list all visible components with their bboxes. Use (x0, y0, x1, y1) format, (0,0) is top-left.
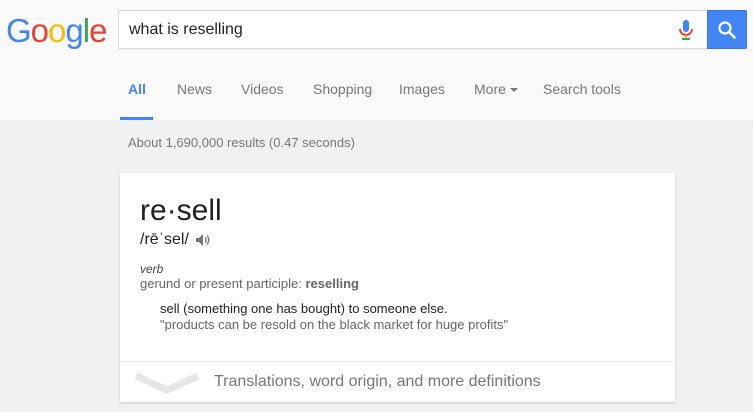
tab-search-tools[interactable]: Search tools (543, 81, 621, 101)
microphone-icon[interactable] (676, 19, 696, 41)
caret-down-icon (509, 88, 518, 92)
header: Google (0, 0, 753, 62)
participle-line: gerund or present participle: reselling (140, 276, 359, 291)
logo-letter: o (30, 12, 49, 49)
search-box (118, 10, 707, 49)
part-of-speech: verb (140, 262, 164, 276)
search-button[interactable] (707, 10, 747, 49)
tab-videos[interactable]: Videos (241, 81, 284, 101)
search-icon (718, 20, 736, 39)
pronunciation: /rēˈsel/ (140, 231, 211, 249)
search-input[interactable] (129, 11, 669, 48)
results-stats: About 1,690,000 results (0.47 seconds) (128, 135, 355, 150)
search-tabs: All News Videos Shopping Images More Sea… (0, 62, 753, 121)
headword: re·sell (140, 194, 222, 227)
definition-text: sell (something one has bought) to someo… (160, 301, 448, 316)
participle-word: reselling (305, 276, 359, 291)
tab-more[interactable]: More (474, 81, 518, 101)
tab-shopping[interactable]: Shopping (313, 81, 372, 101)
logo-letter: G (6, 12, 32, 49)
tab-images[interactable]: Images (399, 81, 445, 101)
speaker-icon[interactable] (195, 233, 211, 247)
more-definitions-text: Translations, word origin, and more defi… (214, 373, 541, 390)
tab-more-label: More (474, 81, 506, 97)
google-logo[interactable]: Google (6, 12, 107, 50)
tab-news[interactable]: News (177, 81, 212, 101)
tab-all[interactable]: All (128, 81, 146, 101)
logo-letter: o (48, 12, 66, 49)
active-tab-indicator (120, 117, 153, 120)
chevron-down-icon (134, 372, 200, 394)
dictionary-card: re·sell /rēˈsel/ verb gerund or present … (120, 173, 675, 402)
participle-prefix: gerund or present participle: (140, 276, 306, 291)
example-sentence: "products can be resold on the black mar… (160, 317, 509, 332)
more-definitions-link[interactable]: Translations, word origin, and more defi… (120, 361, 675, 402)
pronunciation-text: /rēˈsel/ (140, 231, 189, 248)
logo-letter: g (65, 12, 83, 49)
logo-letter: e (89, 12, 107, 49)
